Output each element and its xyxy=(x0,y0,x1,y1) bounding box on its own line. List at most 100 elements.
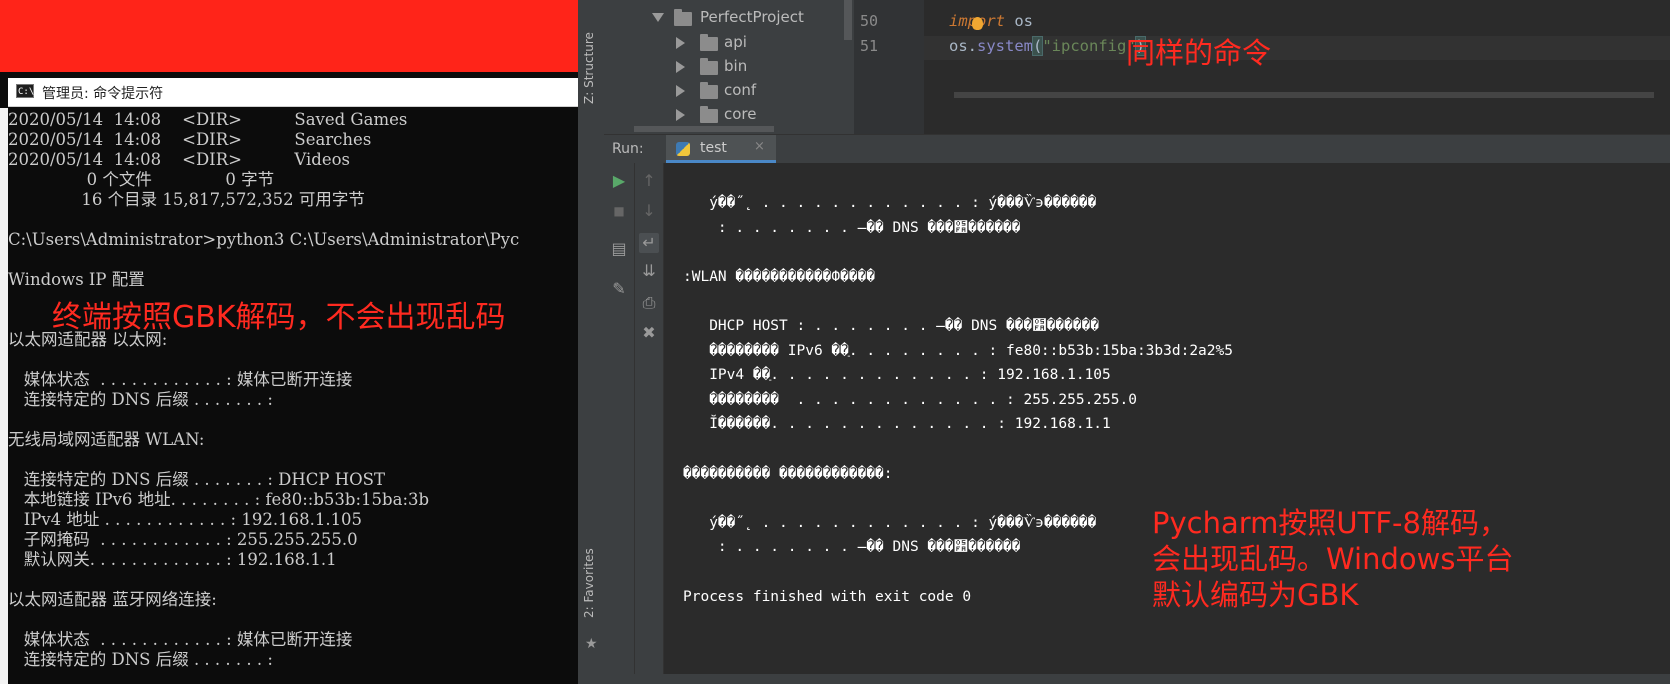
cmd-line: 子网掩码 . . . . . . . . . . . . : 255.255.2… xyxy=(8,530,358,549)
cmd-line: 本地链接 IPv6 地址. . . . . . . . : fe80::b53b… xyxy=(8,490,430,509)
cmd-line: 默认网关. . . . . . . . . . . . . : 192.168.… xyxy=(8,550,337,569)
editor-hscrollbar[interactable] xyxy=(954,92,1654,98)
trash-icon[interactable]: ✖ xyxy=(639,323,659,343)
console-line: �������� . . . . . . . . . . . . : 255.2… xyxy=(683,391,1137,408)
folder-icon xyxy=(700,34,718,51)
rerun-icon[interactable]: ▶ xyxy=(609,171,629,191)
intention-bulb-icon[interactable] xyxy=(972,17,983,30)
cmd-line: Windows IP 配置 xyxy=(8,270,145,289)
cmd-line: 2020/05/14 14:08 <DIR> Videos xyxy=(8,150,351,169)
open-paren: ( xyxy=(1031,36,1044,56)
console-toolbar: ↑ ↓ ↵ ⇊ ⎙ ✖ xyxy=(635,163,664,684)
code-line-50[interactable]: import os xyxy=(949,12,1033,30)
desktop-edge xyxy=(0,108,8,684)
tree-item-perfectproject[interactable]: PerfectProject xyxy=(700,8,804,26)
folder-icon xyxy=(700,106,718,123)
favorites-tool-tab[interactable]: 2: Favorites xyxy=(582,548,596,618)
arrow-down-icon[interactable]: ↓ xyxy=(639,201,659,221)
console-line: Process finished with exit code 0 xyxy=(683,588,972,605)
arrow-up-icon[interactable]: ↑ xyxy=(639,171,659,191)
run-tab-test[interactable]: test × xyxy=(666,135,776,163)
layout-icon[interactable]: ▤ xyxy=(609,239,629,259)
cmd-output[interactable]: 2020/05/14 14:08 <DIR> Saved Games 2020/0… xyxy=(8,110,578,670)
module-name: os xyxy=(1005,12,1033,30)
close-icon[interactable]: × xyxy=(754,139,765,154)
star-icon: ★ xyxy=(585,636,598,652)
collapse-arrow-icon[interactable] xyxy=(676,85,685,97)
cmd-line: 16 个目录 15,817,572,352 可用字节 xyxy=(8,190,365,209)
code-function: system xyxy=(977,37,1033,55)
cmd-line xyxy=(8,610,578,630)
bottom-tool-strip xyxy=(578,674,1670,684)
console-line: : . . . . . . . ̶�� DNS ���׺������ xyxy=(683,219,1021,236)
expand-arrow-icon[interactable] xyxy=(652,13,664,22)
console-line: DHCP HOST : . . . . . . . ̶�� DNS ���׺��… xyxy=(683,317,1100,334)
collapse-arrow-icon[interactable] xyxy=(676,61,685,73)
cmd-line: 2020/05/14 14:08 <DIR> Searches xyxy=(8,130,372,149)
run-label: Run: xyxy=(612,141,644,157)
line-gutter: 50 51 xyxy=(854,0,924,138)
line-number: 51 xyxy=(860,37,879,55)
annotation-terminal: 终端按照GBK解码，不会出现乱码 xyxy=(52,300,506,335)
print-icon[interactable]: ⎙ xyxy=(639,293,659,313)
line-number: 50 xyxy=(860,12,879,30)
cmd-icon: C:\. xyxy=(16,84,40,98)
cmd-line xyxy=(8,570,578,590)
cmd-line: 连接特定的 DNS 后缀 . . . . . . . : xyxy=(8,390,273,409)
cmd-line xyxy=(8,350,578,370)
code-line-51[interactable]: os.system("ipconfig") xyxy=(949,36,1147,56)
cmd-line: 0 个文件 0 字节 xyxy=(8,170,275,189)
console-output[interactable]: ý��˝˛ . . . . . . . . . . . . : ý���Ѷ϶��… xyxy=(683,191,1233,609)
code-string: "ipconfig" xyxy=(1042,37,1136,55)
collapse-arrow-icon[interactable] xyxy=(676,37,685,49)
folder-icon xyxy=(674,9,692,26)
cmd-titlebar[interactable]: C:\. 管理员: 命令提示符 xyxy=(8,78,578,107)
scroll-to-end-icon[interactable]: ⇊ xyxy=(639,261,659,281)
tree-item-api[interactable]: api xyxy=(724,33,747,51)
folder-icon xyxy=(700,58,718,75)
annotation-pycharm: Pycharm按照UTF-8解码， 会出现乱码。Windows平台 默认编码为G… xyxy=(1152,506,1514,612)
redaction-bar xyxy=(0,0,578,72)
collapse-arrow-icon[interactable] xyxy=(676,109,685,121)
pin-icon[interactable]: ✎ xyxy=(609,279,629,299)
cmd-line: IPv4 地址 . . . . . . . . . . . . : 192.16… xyxy=(8,510,363,529)
soft-wrap-icon[interactable]: ↵ xyxy=(639,233,659,253)
console-line: IPv4 ��ַ. . . . . . . . . . . . : 192.16… xyxy=(683,367,1111,384)
tree-item-core[interactable]: core xyxy=(724,105,757,123)
tree-item-bin[interactable]: bin xyxy=(724,57,747,75)
stop-icon[interactable]: ■ xyxy=(609,201,629,221)
structure-tool-tab[interactable]: Z: Structure xyxy=(582,32,596,104)
console-line: �������� IPv6 ��ַ. . . . . . . . : fe80:… xyxy=(683,342,1233,359)
cmd-title: 管理员: 命令提示符 xyxy=(42,86,164,102)
console-line: :WLAN �����������Ф���� xyxy=(683,268,876,285)
cmd-line: 连接特定的 DNS 后缀 . . . . . . . : xyxy=(8,650,273,669)
code-object: os. xyxy=(949,37,977,55)
cmd-line: C:\Users\Administrator>python3 C:\Users\… xyxy=(8,230,520,249)
run-toolbar: ▶ ■ ▤ ✎ xyxy=(604,163,635,684)
cmd-line: 媒体状态 . . . . . . . . . . . . : 媒体已断开连接 xyxy=(8,370,353,389)
cmd-line xyxy=(8,250,578,270)
tree-item-conf[interactable]: conf xyxy=(724,81,756,99)
left-tool-strip: Z: Structure 2: Favorites ★ xyxy=(578,0,605,684)
cmd-line: 媒体状态 . . . . . . . . . . . . : 媒体已断开连接 xyxy=(8,630,353,649)
console-line: Ĭ������. . . . . . . . . . . . . : 192.1… xyxy=(683,416,1111,433)
run-tool-header: Run: test × xyxy=(604,134,1670,164)
cmd-line xyxy=(8,210,578,230)
cmd-line: 连接特定的 DNS 后缀 . . . . . . . : DHCP HOST xyxy=(8,470,385,489)
console-line: ý��˝˛ . . . . . . . . . . . . : ý���Ѷ϶��… xyxy=(683,195,1097,211)
console-line: : . . . . . . . ̶�� DNS ���׺������ xyxy=(683,539,1021,556)
project-hscrollbar[interactable] xyxy=(634,126,774,132)
console-line: ý��˝˛ . . . . . . . . . . . . : ý���Ѷ϶��… xyxy=(683,514,1097,531)
python-icon xyxy=(676,142,690,156)
cmd-line: 无线局域网适配器 WLAN: xyxy=(8,430,205,449)
run-tab-label: test xyxy=(700,140,727,156)
cmd-line: 2020/05/14 14:08 <DIR> Saved Games xyxy=(8,110,408,129)
console-line: ���������� ������������: xyxy=(683,465,893,482)
project-panel: PerfectProject api bin conf core xyxy=(604,0,854,138)
project-scrollbar[interactable] xyxy=(844,0,852,40)
cmd-window: C:\. 管理员: 命令提示符 2020/05/14 14:08 <DIR> S… xyxy=(0,0,578,684)
